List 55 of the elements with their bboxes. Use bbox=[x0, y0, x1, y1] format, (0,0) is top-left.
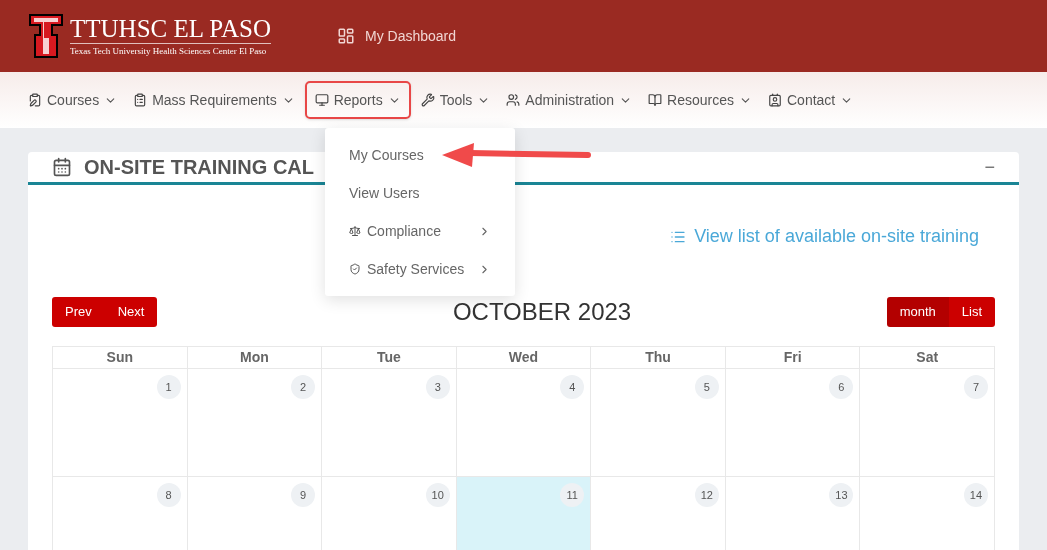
brand-title: TTUHSC EL PASO bbox=[70, 14, 271, 44]
clipboard-icon bbox=[28, 93, 42, 107]
month-title: OCTOBER 2023 bbox=[452, 297, 632, 327]
day-number: 13 bbox=[829, 483, 854, 507]
calendar-icon bbox=[52, 157, 72, 177]
users-icon bbox=[506, 93, 521, 107]
day-cell[interactable]: 2 bbox=[187, 369, 323, 477]
dropdown-item[interactable]: Safety Services bbox=[325, 250, 515, 288]
day-number: 1 bbox=[156, 375, 181, 399]
book-icon bbox=[648, 93, 663, 107]
view-toggle[interactable]: month bbox=[886, 297, 949, 327]
day-cell[interactable]: 6 bbox=[725, 369, 861, 477]
day-number: 9 bbox=[291, 483, 316, 507]
tools-icon bbox=[420, 93, 435, 107]
day-number: 3 bbox=[425, 375, 450, 399]
nav-menu-item[interactable]: Administration bbox=[500, 81, 639, 119]
dropdown-item[interactable]: View Users bbox=[325, 174, 515, 212]
scale-icon bbox=[349, 225, 361, 237]
day-number: 8 bbox=[156, 483, 181, 507]
day-cell[interactable]: 5 bbox=[591, 369, 726, 477]
calendar-nav-button[interactable]: Prev bbox=[52, 297, 105, 327]
nav-menu-item[interactable]: Mass Requirements bbox=[127, 81, 301, 119]
monitor-icon bbox=[314, 93, 329, 107]
day-cell[interactable]: 4 bbox=[456, 369, 592, 477]
dashboard-link[interactable]: My Dashboard bbox=[336, 25, 456, 47]
day-number: 12 bbox=[694, 483, 719, 507]
nav-menu-item[interactable]: Courses bbox=[22, 81, 124, 119]
card-title: ON-SITE TRAINING CAL bbox=[84, 155, 314, 180]
day-cell[interactable]: 11 bbox=[456, 477, 592, 550]
day-cell[interactable]: 7 bbox=[860, 369, 995, 477]
day-cell[interactable]: 3 bbox=[322, 369, 457, 477]
collapse-button[interactable]: − bbox=[984, 153, 995, 181]
day-number: 6 bbox=[829, 375, 854, 399]
double-t-logo bbox=[28, 13, 64, 59]
dashboard-icon bbox=[336, 27, 355, 45]
nav-menu-item[interactable]: Resources bbox=[642, 81, 758, 119]
shield-icon bbox=[349, 263, 361, 275]
dropdown-item[interactable]: My Courses bbox=[325, 136, 515, 174]
day-cell[interactable]: 1 bbox=[53, 369, 188, 477]
brand-subtitle: Texas Tech University Health Sciences Center El Paso bbox=[70, 44, 268, 58]
day-number: 5 bbox=[694, 375, 719, 399]
nav-menu-item[interactable]: Tools bbox=[414, 81, 497, 119]
day-number: 11 bbox=[560, 483, 585, 507]
nav-menu-item[interactable]: Reports bbox=[304, 81, 411, 119]
nav-menu-item[interactable]: Contact bbox=[762, 81, 860, 119]
clipboard-list-icon bbox=[133, 93, 148, 107]
dropdown-item[interactable]: Compliance bbox=[325, 212, 515, 250]
day-number: 10 bbox=[425, 483, 450, 507]
view-toggle[interactable]: List bbox=[948, 297, 995, 327]
day-number: 14 bbox=[964, 483, 988, 507]
day-number: 2 bbox=[291, 375, 316, 399]
calendar-nav-button[interactable]: Next bbox=[104, 297, 158, 327]
day-number: 7 bbox=[964, 375, 988, 399]
contact-card-icon bbox=[768, 93, 782, 107]
day-number: 4 bbox=[560, 375, 585, 399]
